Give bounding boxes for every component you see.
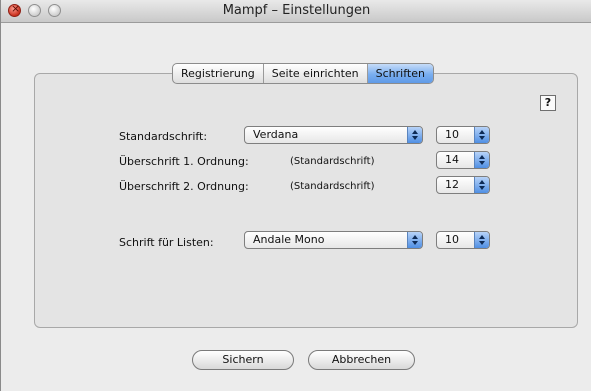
tab-schriften[interactable]: Schriften bbox=[366, 64, 433, 83]
standard-size-popup[interactable]: 10 bbox=[436, 126, 490, 144]
save-button[interactable]: Sichern bbox=[192, 350, 294, 370]
title-bar[interactable]: Mampf – Einstellungen bbox=[1, 0, 591, 23]
preferences-window: Mampf – Einstellungen Registrierung Seit… bbox=[0, 0, 591, 391]
popup-arrows-icon bbox=[474, 152, 489, 168]
popup-arrows-icon bbox=[407, 127, 422, 143]
heading1-label: Überschrift 1. Ordnung: bbox=[119, 155, 249, 168]
standard-font-value: Verdana bbox=[253, 128, 299, 141]
settings-panel bbox=[34, 73, 578, 328]
popup-arrows-icon bbox=[474, 127, 489, 143]
heading2-label: Überschrift 2. Ordnung: bbox=[119, 180, 249, 193]
standard-font-popup[interactable]: Verdana bbox=[244, 126, 423, 144]
heading1-font-value: (Standardschrift) bbox=[290, 156, 375, 167]
list-font-popup[interactable]: Andale Mono bbox=[244, 231, 423, 249]
list-size-popup[interactable]: 10 bbox=[436, 231, 490, 249]
standard-font-label: Standardschrift: bbox=[119, 130, 208, 143]
heading1-size-popup[interactable]: 14 bbox=[436, 151, 490, 169]
tab-seite-einrichten[interactable]: Seite einrichten bbox=[262, 64, 367, 83]
heading2-size-value: 12 bbox=[445, 178, 459, 191]
list-font-value: Andale Mono bbox=[253, 233, 325, 246]
tab-registrierung[interactable]: Registrierung bbox=[173, 64, 263, 83]
popup-arrows-icon bbox=[474, 177, 489, 193]
list-size-value: 10 bbox=[445, 233, 459, 246]
standard-size-value: 10 bbox=[445, 128, 459, 141]
heading1-size-value: 14 bbox=[445, 153, 459, 166]
popup-arrows-icon bbox=[407, 232, 422, 248]
heading2-size-popup[interactable]: 12 bbox=[436, 176, 490, 194]
tab-bar: Registrierung Seite einrichten Schriften bbox=[172, 63, 434, 84]
heading2-font-value: (Standardschrift) bbox=[290, 181, 375, 192]
list-font-label: Schrift für Listen: bbox=[119, 236, 214, 249]
cancel-button[interactable]: Abbrechen bbox=[308, 350, 415, 370]
popup-arrows-icon bbox=[474, 232, 489, 248]
window-title: Mampf – Einstellungen bbox=[222, 3, 371, 18]
help-button[interactable]: ? bbox=[540, 95, 556, 111]
